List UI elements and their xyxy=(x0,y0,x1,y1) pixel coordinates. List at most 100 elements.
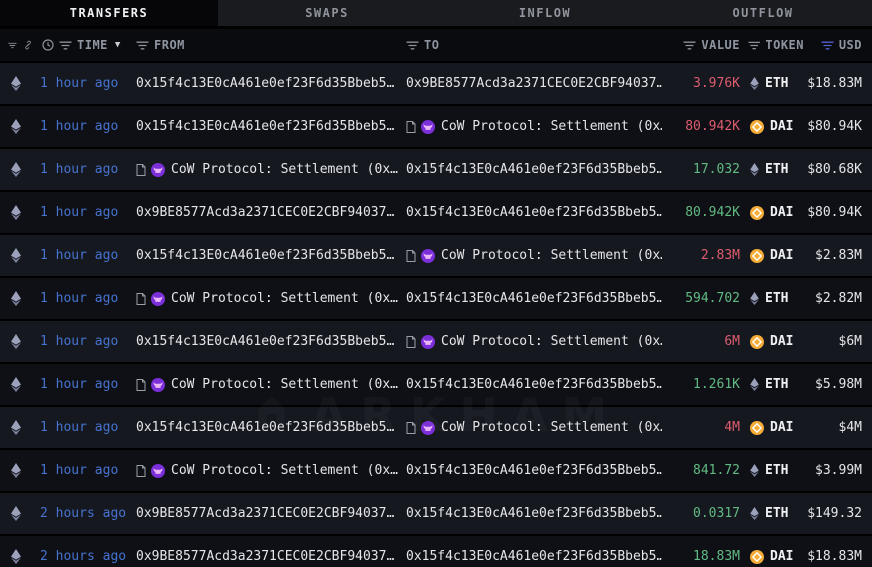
tab-swaps[interactable]: SWAPS xyxy=(218,0,436,26)
cow-protocol-icon xyxy=(151,378,165,392)
usd-value: $2.82M xyxy=(804,291,872,306)
token-symbol: ETH xyxy=(765,162,788,177)
to-address[interactable]: CoW Protocol: Settlement (0x… xyxy=(406,119,668,134)
transfer-time-link[interactable]: 1 hour ago xyxy=(32,463,136,478)
table-row[interactable]: 1 hour ago CoW Protocol: Settlement (0x…… xyxy=(0,364,872,405)
to-address[interactable]: 0x15f4c13E0cA461e0ef23F6d35Bbeb5… xyxy=(406,205,668,220)
transfer-time-link[interactable]: 1 hour ago xyxy=(32,248,136,263)
token-cell[interactable]: DAI xyxy=(740,334,804,349)
from-address[interactable]: 0x15f4c13E0cA461e0ef23F6d35Bbeb5… xyxy=(136,76,406,91)
transfer-time-link[interactable]: 1 hour ago xyxy=(32,76,136,91)
cow-protocol-icon xyxy=(421,335,435,349)
to-address[interactable]: 0x9BE8577Acd3a2371CEC0E2CBF94037… xyxy=(406,76,668,91)
table-row[interactable]: 1 hour ago CoW Protocol: Settlement (0x…… xyxy=(0,278,872,319)
cow-protocol-icon xyxy=(151,163,165,177)
from-address[interactable]: 0x9BE8577Acd3a2371CEC0E2CBF94037… xyxy=(136,205,406,220)
token-cell[interactable]: DAI xyxy=(740,119,804,134)
eth-token-icon xyxy=(750,507,759,520)
chain-link-icon xyxy=(24,39,32,51)
to-address[interactable]: 0x15f4c13E0cA461e0ef23F6d35Bbeb5… xyxy=(406,291,668,306)
time-column-header[interactable]: TIME ▼ xyxy=(32,38,136,52)
token-cell[interactable]: ETH xyxy=(740,76,804,91)
from-address[interactable]: CoW Protocol: Settlement (0x… xyxy=(136,377,406,392)
to-address[interactable]: CoW Protocol: Settlement (0x… xyxy=(406,248,668,263)
token-cell[interactable]: DAI xyxy=(740,205,804,220)
from-address[interactable]: CoW Protocol: Settlement (0x… xyxy=(136,162,406,177)
from-address[interactable]: CoW Protocol: Settlement (0x… xyxy=(136,463,406,478)
caret-down-icon[interactable]: ▼ xyxy=(115,40,121,50)
from-label: 0x15f4c13E0cA461e0ef23F6d35Bbeb5… xyxy=(136,420,394,435)
table-row[interactable]: 1 hour ago CoW Protocol: Settlement (0x…… xyxy=(0,450,872,491)
table-row[interactable]: 2 hours ago 0x9BE8577Acd3a2371CEC0E2CBF9… xyxy=(0,493,872,534)
token-column-header[interactable]: TOKEN xyxy=(740,38,804,52)
from-label: 0x15f4c13E0cA461e0ef23F6d35Bbeb5… xyxy=(136,248,394,263)
tab-transfers[interactable]: TRANSFERS xyxy=(0,0,218,26)
dai-token-icon xyxy=(750,335,764,349)
dai-token-icon xyxy=(750,206,764,220)
to-address[interactable]: 0x15f4c13E0cA461e0ef23F6d35Bbeb5… xyxy=(406,162,668,177)
to-address[interactable]: CoW Protocol: Settlement (0x… xyxy=(406,334,668,349)
table-row[interactable]: 1 hour ago 0x15f4c13E0cA461e0ef23F6d35Bb… xyxy=(0,63,872,104)
from-address[interactable]: 0x9BE8577Acd3a2371CEC0E2CBF94037… xyxy=(136,506,406,521)
transfer-time-link[interactable]: 1 hour ago xyxy=(32,291,136,306)
chain-column-header[interactable] xyxy=(0,39,32,51)
contract-document-icon xyxy=(136,293,146,305)
to-label: 0x15f4c13E0cA461e0ef23F6d35Bbeb5… xyxy=(406,506,662,521)
filter-icon[interactable] xyxy=(748,41,760,50)
token-cell[interactable]: ETH xyxy=(740,463,804,478)
to-address[interactable]: 0x15f4c13E0cA461e0ef23F6d35Bbeb5… xyxy=(406,506,668,521)
table-row[interactable]: 1 hour ago 0x15f4c13E0cA461e0ef23F6d35Bb… xyxy=(0,407,872,448)
usd-column-header[interactable]: USD xyxy=(804,38,872,52)
token-cell[interactable]: ETH xyxy=(740,291,804,306)
to-column-header[interactable]: TO xyxy=(406,38,668,52)
token-cell[interactable]: DAI xyxy=(740,549,804,564)
from-address[interactable]: CoW Protocol: Settlement (0x… xyxy=(136,291,406,306)
table-row[interactable]: 2 hours ago 0x9BE8577Acd3a2371CEC0E2CBF9… xyxy=(0,536,872,567)
filter-icon[interactable] xyxy=(136,41,149,50)
from-label: 0x15f4c13E0cA461e0ef23F6d35Bbeb5… xyxy=(136,76,394,91)
usd-value: $4M xyxy=(804,420,872,435)
transfer-time-link[interactable]: 1 hour ago xyxy=(32,119,136,134)
from-column-header[interactable]: FROM xyxy=(136,38,406,52)
table-header: TIME ▼ FROM TO VALUE TOKEN USD xyxy=(0,29,872,61)
to-address[interactable]: CoW Protocol: Settlement (0x… xyxy=(406,420,668,435)
from-address[interactable]: 0x9BE8577Acd3a2371CEC0E2CBF94037… xyxy=(136,549,406,564)
transfer-time-link[interactable]: 1 hour ago xyxy=(32,334,136,349)
tab-inflow[interactable]: INFLOW xyxy=(436,0,654,26)
filter-icon[interactable] xyxy=(683,41,696,50)
token-cell[interactable]: ETH xyxy=(740,162,804,177)
table-row[interactable]: 1 hour ago CoW Protocol: Settlement (0x…… xyxy=(0,149,872,190)
to-address[interactable]: 0x15f4c13E0cA461e0ef23F6d35Bbeb5… xyxy=(406,549,668,564)
filter-icon-active[interactable] xyxy=(821,41,834,50)
table-row[interactable]: 1 hour ago 0x9BE8577Acd3a2371CEC0E2CBF94… xyxy=(0,192,872,233)
transfer-value: 80.942K xyxy=(668,119,740,134)
transfer-time-link[interactable]: 2 hours ago xyxy=(32,506,136,521)
to-address[interactable]: 0x15f4c13E0cA461e0ef23F6d35Bbeb5… xyxy=(406,377,668,392)
table-row[interactable]: 1 hour ago 0x15f4c13E0cA461e0ef23F6d35Bb… xyxy=(0,321,872,362)
transfer-time-link[interactable]: 1 hour ago xyxy=(32,420,136,435)
transfer-time-link[interactable]: 2 hours ago xyxy=(32,549,136,564)
entity-icons xyxy=(406,249,435,263)
token-cell[interactable]: ETH xyxy=(740,506,804,521)
transfer-time-link[interactable]: 1 hour ago xyxy=(32,377,136,392)
token-cell[interactable]: ETH xyxy=(740,377,804,392)
to-label: 0x15f4c13E0cA461e0ef23F6d35Bbeb5… xyxy=(406,549,662,564)
filter-icon[interactable] xyxy=(406,41,419,50)
from-address[interactable]: 0x15f4c13E0cA461e0ef23F6d35Bbeb5… xyxy=(136,334,406,349)
from-address[interactable]: 0x15f4c13E0cA461e0ef23F6d35Bbeb5… xyxy=(136,420,406,435)
table-row[interactable]: 1 hour ago 0x15f4c13E0cA461e0ef23F6d35Bb… xyxy=(0,106,872,147)
transfer-time-link[interactable]: 1 hour ago xyxy=(32,205,136,220)
tab-outflow[interactable]: OUTFLOW xyxy=(654,0,872,26)
transfer-time-link[interactable]: 1 hour ago xyxy=(32,162,136,177)
token-symbol: ETH xyxy=(765,377,788,392)
to-label: CoW Protocol: Settlement (0x… xyxy=(441,334,662,349)
value-column-header[interactable]: VALUE xyxy=(668,38,740,52)
table-row[interactable]: 1 hour ago 0x15f4c13E0cA461e0ef23F6d35Bb… xyxy=(0,235,872,276)
from-address[interactable]: 0x15f4c13E0cA461e0ef23F6d35Bbeb5… xyxy=(136,119,406,134)
token-cell[interactable]: DAI xyxy=(740,420,804,435)
from-address[interactable]: 0x15f4c13E0cA461e0ef23F6d35Bbeb5… xyxy=(136,248,406,263)
to-address[interactable]: 0x15f4c13E0cA461e0ef23F6d35Bbeb5… xyxy=(406,463,668,478)
filter-icon[interactable] xyxy=(59,41,72,50)
token-cell[interactable]: DAI xyxy=(740,248,804,263)
filter-icon[interactable] xyxy=(8,41,17,50)
